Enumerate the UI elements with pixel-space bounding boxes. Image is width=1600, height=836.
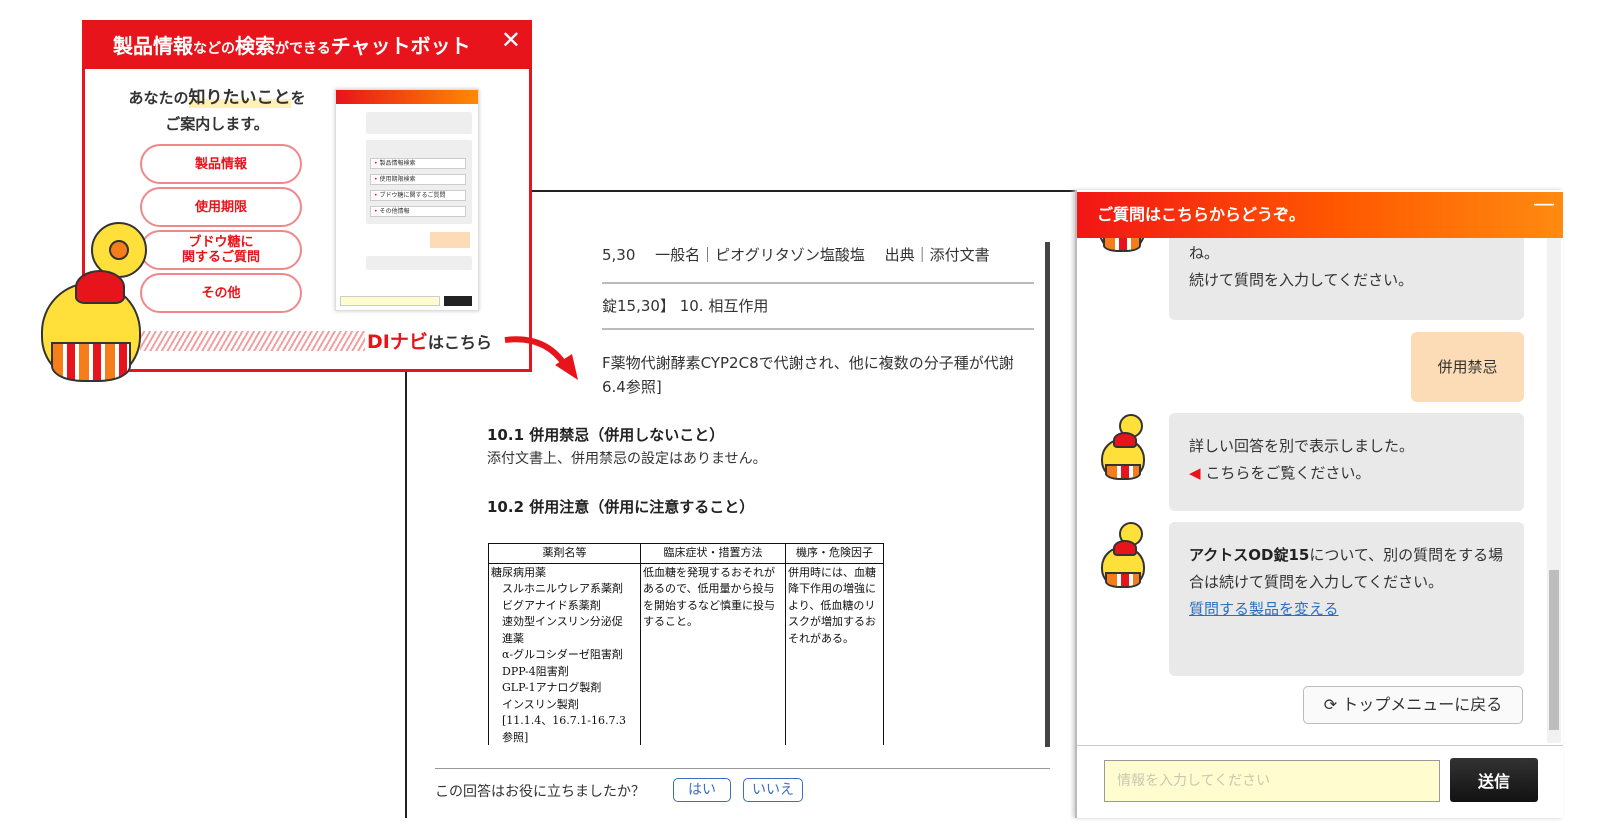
table-cell-line: 降下作用の増強に [788, 582, 876, 595]
table-cell-line: [11.1.4、16.7.1-16.7.3 [491, 714, 626, 727]
doc-text: 6.4参照] [602, 378, 662, 396]
table-cell-line: 併用時には、血糖 [788, 565, 876, 579]
bot-message: ね。 続けて質問を入力してください。 [1169, 238, 1524, 320]
table-cell-line: スルホニルウレア系薬剤 [491, 582, 623, 595]
doc-header-line: 5,30 一般名｜ピオグリタゾン塩酸塩 出典｜添付文書 [602, 246, 990, 264]
refresh-icon: ⟳ [1323, 695, 1338, 714]
table-cell: 併用時には、血糖 降下作用の増強に より、低血糖のリ スクが増加するお それがある。 [785, 562, 884, 745]
table-cell-line: インスリン製剤 [491, 697, 579, 711]
preview-menu-item: ブドウ糖に関するご質問 [370, 190, 466, 201]
bot-message: アクトスOD錠15について、別の質問をする場合は続けて質問を入力してください。質… [1169, 522, 1524, 676]
user-message: 併用禁忌 [1411, 332, 1524, 402]
table-cell: 低血糖を発現するおそれが あるので、低用量から投与 を開始するなど慎重に投与 すること… [640, 562, 786, 745]
interaction-table: 薬剤名等 臨床症状・措置方法 機序・危険因子 糖尿病用薬 スルホニルウレア系薬剤 ビ… [488, 543, 884, 745]
bot-message: 詳しい回答を別で表示しました。 ◀ こちらをご覧ください。 [1169, 413, 1524, 511]
section-title: 10.2 併用注意（併用に注意すること） [487, 498, 755, 516]
table-cell-line: 糖尿病用薬 [491, 565, 546, 579]
chat-title: ご質問はこちらからどうぞ。 [1097, 205, 1306, 224]
table-cell-line: DPP-4阻害剤 [491, 664, 569, 678]
chatbot-preview-image: 製品情報検索 使用期限検索 ブドウ糖に関するご質問 その他情報 [335, 89, 479, 311]
feedback-no-button[interactable]: いいえ [743, 778, 803, 802]
table-cell-line: スクが増加するお [788, 615, 876, 628]
preview-menu-item: その他情報 [370, 206, 466, 217]
promo-tagline: あなたの知りたいことを ご案内します。 [128, 88, 306, 133]
expiry-button[interactable]: 使用期限 [140, 187, 302, 227]
decorative-stripe [140, 331, 365, 351]
change-product-link[interactable]: 質問する製品を変える [1189, 600, 1339, 618]
table-header: 機序・危険因子 [785, 543, 884, 564]
promo-title: 製品情報などの検索ができるチャットボット [85, 23, 529, 69]
section-body: 添付文書上、併用禁忌の設定はありません。 [487, 451, 767, 467]
bot-avatar [1099, 522, 1149, 592]
section-title: 10.1 併用禁忌（併用しないこと） [487, 426, 725, 444]
table-cell-line: 進薬 [491, 631, 524, 645]
chat-input[interactable] [1104, 760, 1440, 802]
table-cell-line: ビグアナイド系薬剤 [491, 598, 601, 612]
doc-section-breadcrumb: 錠15,30】 10. 相互作用 [602, 297, 769, 315]
feedback-yes-button[interactable]: はい [673, 778, 731, 802]
doc-text: F薬物代謝酵素CYP2C8で代謝され、他に複数の分子種が代謝 [602, 354, 1014, 372]
red-arrow-icon [504, 336, 578, 380]
table-header: 薬剤名等 [488, 543, 641, 564]
glucose-question-button[interactable]: ブドウ糖に 関するご質問 [140, 230, 302, 270]
table-cell-line: 速効型インスリン分泌促 [491, 615, 623, 628]
feedback-question: この回答はお役に立ちましたか？ [435, 784, 645, 800]
interaction-table-viewport: 薬剤名等 臨床症状・措置方法 機序・危険因子 糖尿病用薬 スルホニルウレア系薬剤 ビ… [407, 543, 1047, 745]
top-menu-button[interactable]: ⟳ トップメニューに戻る [1303, 686, 1523, 724]
table-cell-line: すること。 [643, 615, 698, 628]
table-cell-line: を開始するなど慎重に投与 [643, 598, 775, 612]
scrollbar[interactable] [1045, 242, 1050, 747]
table-cell-line: α-グルコシダーゼ阻害剤 [491, 648, 623, 661]
table-cell-line: 低血糖を発現するおそれが [643, 565, 775, 579]
minimize-icon[interactable]: — [1533, 192, 1555, 217]
table-cell-line: 参照] [491, 730, 529, 744]
chat-header: ご質問はこちらからどうぞ。 [1077, 192, 1563, 238]
product-info-button[interactable]: 製品情報 [140, 144, 302, 184]
chat-panel: ご質問はこちらからどうぞ。 — ね。 続けて質問を入力してください。 併用禁忌 詳… [1075, 190, 1563, 818]
chat-messages: ね。 続けて質問を入力してください。 併用禁忌 詳しい回答を別で表示しました。 ◀ … [1077, 238, 1547, 743]
table-header: 臨床症状・措置方法 [640, 543, 786, 564]
table-cell-line: より、低血糖のリ [788, 598, 876, 612]
table-cell: 糖尿病用薬 スルホニルウレア系薬剤 ビグアナイド系薬剤 速効型インスリン分泌促 … [488, 562, 641, 745]
close-icon[interactable]: ✕ [501, 25, 521, 55]
dinavi-link[interactable]: DIナビはこちら [367, 327, 492, 354]
left-arrow-icon: ◀ [1189, 464, 1201, 482]
bot-avatar [1099, 238, 1149, 268]
mascot-character [35, 218, 155, 388]
bot-avatar [1099, 414, 1149, 484]
table-row: 糖尿病用薬 スルホニルウレア系薬剤 ビグアナイド系薬剤 速効型インスリン分泌促 … [488, 562, 884, 745]
preview-menu-item: 使用期限検索 [370, 174, 466, 185]
table-cell-line: GLP-1アナログ製剤 [491, 681, 602, 694]
table-cell-line: それがある。 [788, 631, 854, 645]
table-cell-line: あるので、低用量から投与 [643, 582, 775, 595]
scrollbar-thumb[interactable] [1549, 570, 1559, 730]
other-button[interactable]: その他 [140, 273, 302, 313]
preview-menu-item: 製品情報検索 [370, 158, 466, 169]
preview-header [336, 90, 478, 104]
send-button[interactable]: 送信 [1450, 758, 1538, 802]
